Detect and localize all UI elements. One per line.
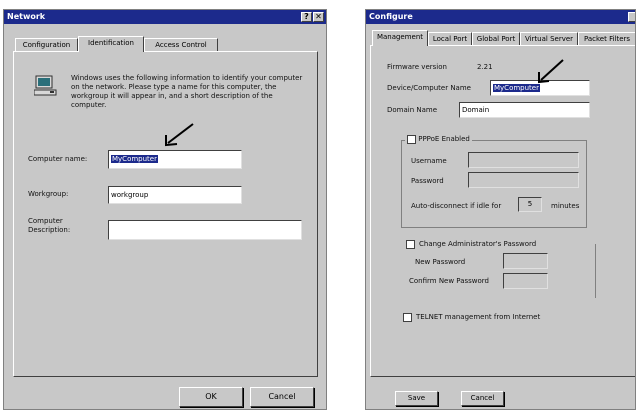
computer-description-field[interactable] xyxy=(108,220,302,240)
confirm-password-field[interactable] xyxy=(503,273,548,289)
tab-local-port[interactable]: Local Port xyxy=(428,32,472,46)
telnet-label: TELNET management from Internet xyxy=(416,313,541,321)
minutes-label: minutes xyxy=(551,202,580,210)
device-name-value: MyComputer xyxy=(493,84,540,92)
cancel-button[interactable]: Cancel xyxy=(250,387,314,407)
pppoe-label: PPPoE Enabled xyxy=(418,135,470,143)
configure-close-button[interactable] xyxy=(628,12,635,22)
computer-name-field[interactable]: MyComputer xyxy=(108,150,242,169)
configure-title-bar[interactable]: Configure xyxy=(366,10,635,24)
firmware-label: Firmware version xyxy=(387,63,447,71)
annotation-arrow-left xyxy=(165,123,194,147)
autodisconnect-field[interactable]: 5 xyxy=(518,197,542,212)
tab-global-port[interactable]: Global Port xyxy=(472,32,520,46)
tab-configuration[interactable]: Configuration xyxy=(15,38,78,52)
identification-description: Windows uses the following information t… xyxy=(71,74,303,109)
network-computer-icon xyxy=(33,74,58,98)
workgroup-field[interactable]: workgroup xyxy=(108,186,242,204)
configure-dialog: Configure Management Local Port Global P… xyxy=(365,9,636,410)
ok-button[interactable]: OK xyxy=(179,387,243,407)
management-panel: Firmware version 2.21 Device/Computer Na… xyxy=(370,45,635,377)
tab-identification[interactable]: Identification xyxy=(78,36,144,52)
pppoe-checkbox[interactable] xyxy=(407,135,416,144)
new-password-label: New Password xyxy=(415,258,466,266)
configure-title: Configure xyxy=(369,12,413,21)
identification-panel: Windows uses the following information t… xyxy=(13,51,318,377)
password-label: Password xyxy=(411,177,444,185)
tab-management[interactable]: Management xyxy=(372,30,428,46)
workgroup-label: Workgroup: xyxy=(28,190,69,198)
change-admin-label: Change Administrator's Password xyxy=(419,240,537,248)
new-password-field[interactable] xyxy=(503,253,548,269)
change-admin-checkbox[interactable] xyxy=(406,240,415,249)
network-title-bar[interactable]: Network ? ✕ xyxy=(4,10,326,24)
autodisconnect-label: Auto-disconnect if idle for xyxy=(411,202,502,210)
telnet-checkbox[interactable] xyxy=(403,313,412,322)
save-button[interactable]: Save xyxy=(395,391,438,406)
device-name-label: Device/Computer Name xyxy=(387,84,471,92)
configure-cancel-button[interactable]: Cancel xyxy=(461,391,504,406)
computer-name-value: MyComputer xyxy=(111,155,158,163)
domain-name-label: Domain Name xyxy=(387,106,438,114)
firmware-value: 2.21 xyxy=(477,63,493,71)
computer-name-label: Computer name: xyxy=(28,155,88,163)
help-button[interactable]: ? xyxy=(301,12,312,22)
network-title: Network xyxy=(7,12,46,21)
domain-name-field[interactable]: Domain xyxy=(459,102,590,118)
tab-packet-filters[interactable]: Packet Filters xyxy=(578,32,635,46)
close-button[interactable]: ✕ xyxy=(313,12,324,22)
password-field[interactable] xyxy=(468,172,579,188)
computer-description-label-2: Description: xyxy=(28,226,71,234)
pppoe-group-header: PPPoE Enabled xyxy=(405,135,472,145)
confirm-password-label: Confirm New Password xyxy=(409,277,490,285)
admin-group-divider xyxy=(595,244,596,298)
username-field[interactable] xyxy=(468,152,579,168)
computer-description-label-1: Computer xyxy=(28,217,63,225)
tab-access-control[interactable]: Access Control xyxy=(144,38,218,52)
username-label: Username xyxy=(411,157,447,165)
network-dialog: Network ? ✕ Configuration Identification… xyxy=(3,9,327,410)
tab-virtual-server[interactable]: Virtual Server xyxy=(520,32,578,46)
annotation-arrow-right xyxy=(538,59,564,84)
